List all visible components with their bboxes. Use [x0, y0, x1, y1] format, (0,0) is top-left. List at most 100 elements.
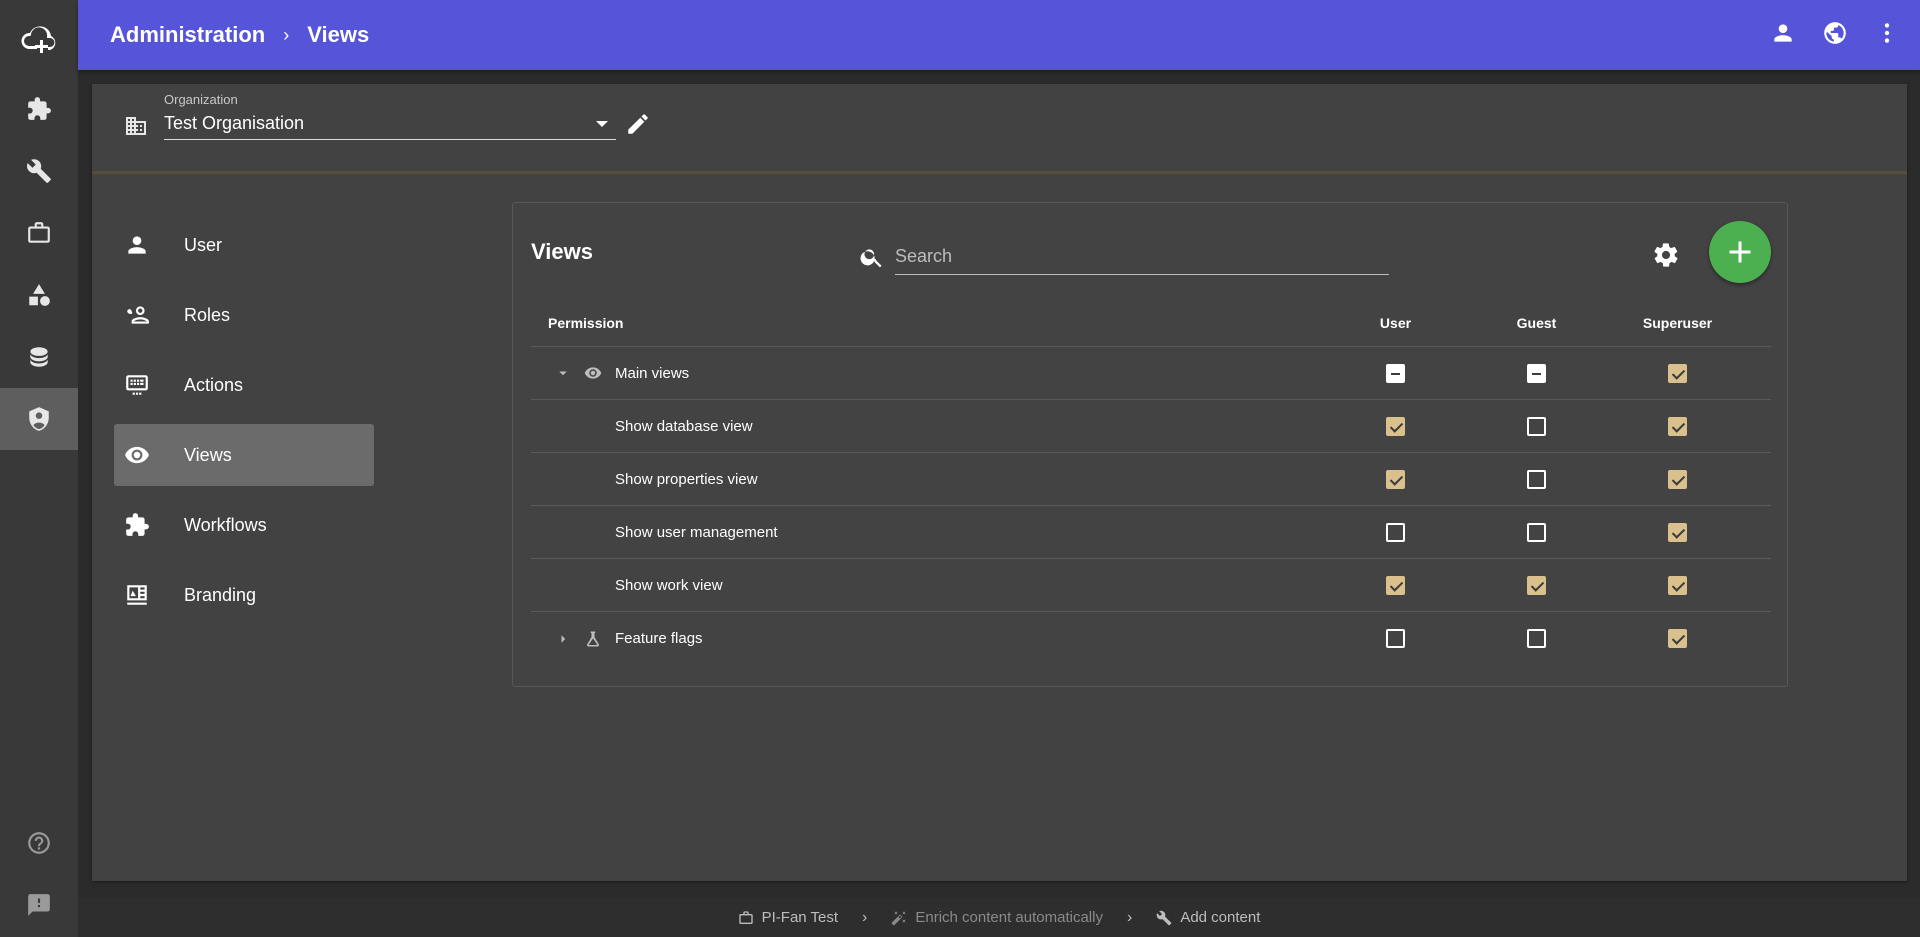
checkbox-user[interactable]	[1386, 363, 1405, 383]
table-row: Show database view	[531, 400, 1771, 453]
subnav-item-roles[interactable]: Roles	[114, 284, 374, 346]
subnav-item-user[interactable]: User	[114, 214, 374, 276]
breadcrumb-administration[interactable]: Administration	[110, 22, 265, 48]
checkbox-user[interactable]	[1386, 522, 1405, 542]
branding-icon	[127, 585, 147, 605]
help-icon	[28, 832, 50, 854]
checkbox-guest[interactable]	[1527, 416, 1546, 436]
checkbox-guest[interactable]	[1527, 469, 1546, 489]
footer-step-label: PI-Fan Test	[761, 909, 839, 926]
organization-select[interactable]: Test Organisation	[164, 110, 616, 140]
globe-icon	[1824, 21, 1846, 44]
checkbox-guest[interactable]	[1527, 575, 1546, 595]
shield-account-icon	[29, 407, 49, 431]
rail-projects-button[interactable]	[0, 202, 78, 264]
checkbox-superuser[interactable]	[1668, 469, 1687, 489]
permissions-table: Permission User Guest Superuser Main vie…	[531, 299, 1771, 665]
subnav-item-label: Branding	[184, 584, 257, 605]
settings-button[interactable]	[1650, 239, 1682, 271]
briefcase-icon	[28, 222, 50, 243]
subnav-item-label: Workflows	[184, 514, 267, 535]
subnav-item-views[interactable]: Views	[114, 424, 374, 486]
checkbox-superuser[interactable]	[1668, 575, 1687, 595]
footer-step-enrich[interactable]: Enrich content automatically	[891, 909, 1103, 926]
checkbox-user[interactable]	[1386, 629, 1405, 648]
checkbox-superuser[interactable]	[1668, 629, 1687, 648]
rail-tools-button[interactable]	[0, 140, 78, 202]
checkbox-guest[interactable]	[1527, 629, 1546, 648]
checkbox-user[interactable]	[1386, 416, 1405, 436]
checkbox-user[interactable]	[1386, 469, 1405, 489]
rail-workflows-button[interactable]	[0, 78, 78, 140]
table-row: Show user management	[531, 506, 1771, 559]
checkbox-superuser[interactable]	[1668, 363, 1687, 383]
table-row: Show work view	[531, 559, 1771, 612]
column-header-superuser[interactable]: Superuser	[1607, 315, 1748, 331]
more-menu-button[interactable]	[1874, 20, 1900, 51]
rail-feedback-button[interactable]	[0, 874, 78, 936]
search-input[interactable]	[895, 239, 1389, 275]
subnav-item-actions[interactable]: Actions	[114, 354, 374, 416]
rail-administration-button[interactable]	[0, 388, 78, 450]
wrench-icon	[1156, 910, 1172, 925]
caret-right-icon	[561, 634, 566, 643]
row-label: Show work view	[615, 576, 723, 594]
table-header: Permission User Guest Superuser	[531, 299, 1771, 347]
subnav-item-workflows[interactable]: Workflows	[114, 494, 374, 556]
subnav-item-label: Views	[184, 444, 232, 465]
checkbox-user[interactable]	[1386, 575, 1405, 595]
rail-shapes-button[interactable]	[0, 264, 78, 326]
magic-wand-icon	[892, 910, 907, 925]
chevron-right-icon: ›	[1126, 908, 1133, 926]
main-panel: Organization Test Organisation User Role…	[92, 84, 1907, 881]
eye-icon	[125, 446, 149, 464]
database-icon	[30, 347, 48, 367]
workflow-footer: PI-Fan Test › Enrich content automatical…	[78, 898, 1920, 937]
chevron-right-icon: ›	[283, 24, 290, 45]
dropdown-caret-icon	[596, 121, 608, 127]
add-button[interactable]	[1709, 221, 1771, 283]
caret-down-icon	[559, 371, 567, 376]
breadcrumb: Administration › Views	[110, 22, 369, 48]
footer-step-project[interactable]: PI-Fan Test	[738, 909, 838, 926]
column-header-user[interactable]: User	[1325, 315, 1466, 331]
checkbox-superuser[interactable]	[1668, 416, 1687, 436]
views-card: Views Permission User Guest Superuser	[512, 202, 1788, 687]
expand-toggle[interactable]	[553, 364, 573, 382]
chevron-right-icon: ›	[862, 908, 868, 926]
language-button[interactable]	[1822, 20, 1848, 51]
subnav-item-label: Actions	[184, 374, 244, 395]
role-icon	[127, 306, 149, 324]
checkbox-guest[interactable]	[1527, 522, 1546, 542]
account-button[interactable]	[1770, 20, 1796, 51]
subnav-item-label: User	[184, 234, 223, 255]
row-label: Feature flags	[615, 630, 703, 647]
subnav-item-branding[interactable]: Branding	[114, 564, 374, 626]
checkbox-superuser[interactable]	[1668, 522, 1687, 542]
card-title: Views	[531, 239, 593, 264]
building-icon	[126, 117, 146, 135]
rail-database-button[interactable]	[0, 326, 78, 388]
gear-icon	[1654, 243, 1678, 267]
organization-value: Test Organisation	[164, 113, 305, 133]
checkbox-guest[interactable]	[1527, 363, 1546, 383]
expand-toggle[interactable]	[553, 630, 573, 648]
column-header-permission: Permission	[548, 314, 624, 331]
column-header-guest[interactable]: Guest	[1466, 315, 1607, 331]
person-icon	[1774, 23, 1792, 42]
row-label: Show properties view	[615, 470, 758, 488]
cloud-logo-icon[interactable]	[0, 0, 78, 78]
organization-label: Organization	[164, 92, 238, 107]
footer-step-label: Enrich content automatically	[915, 909, 1103, 926]
rail-help-button[interactable]	[0, 812, 78, 874]
table-row: Main views	[531, 347, 1771, 400]
row-label: Show database view	[615, 417, 753, 435]
person-icon	[128, 236, 146, 254]
row-label: Main views	[615, 364, 690, 382]
pencil-icon[interactable]	[625, 111, 651, 137]
footer-step-label: Add content	[1180, 909, 1261, 926]
footer-step-add-content[interactable]: Add content	[1156, 909, 1260, 926]
eye-icon	[584, 367, 602, 379]
subnav-item-label: Roles	[184, 304, 231, 325]
shapes-icon	[29, 284, 50, 306]
